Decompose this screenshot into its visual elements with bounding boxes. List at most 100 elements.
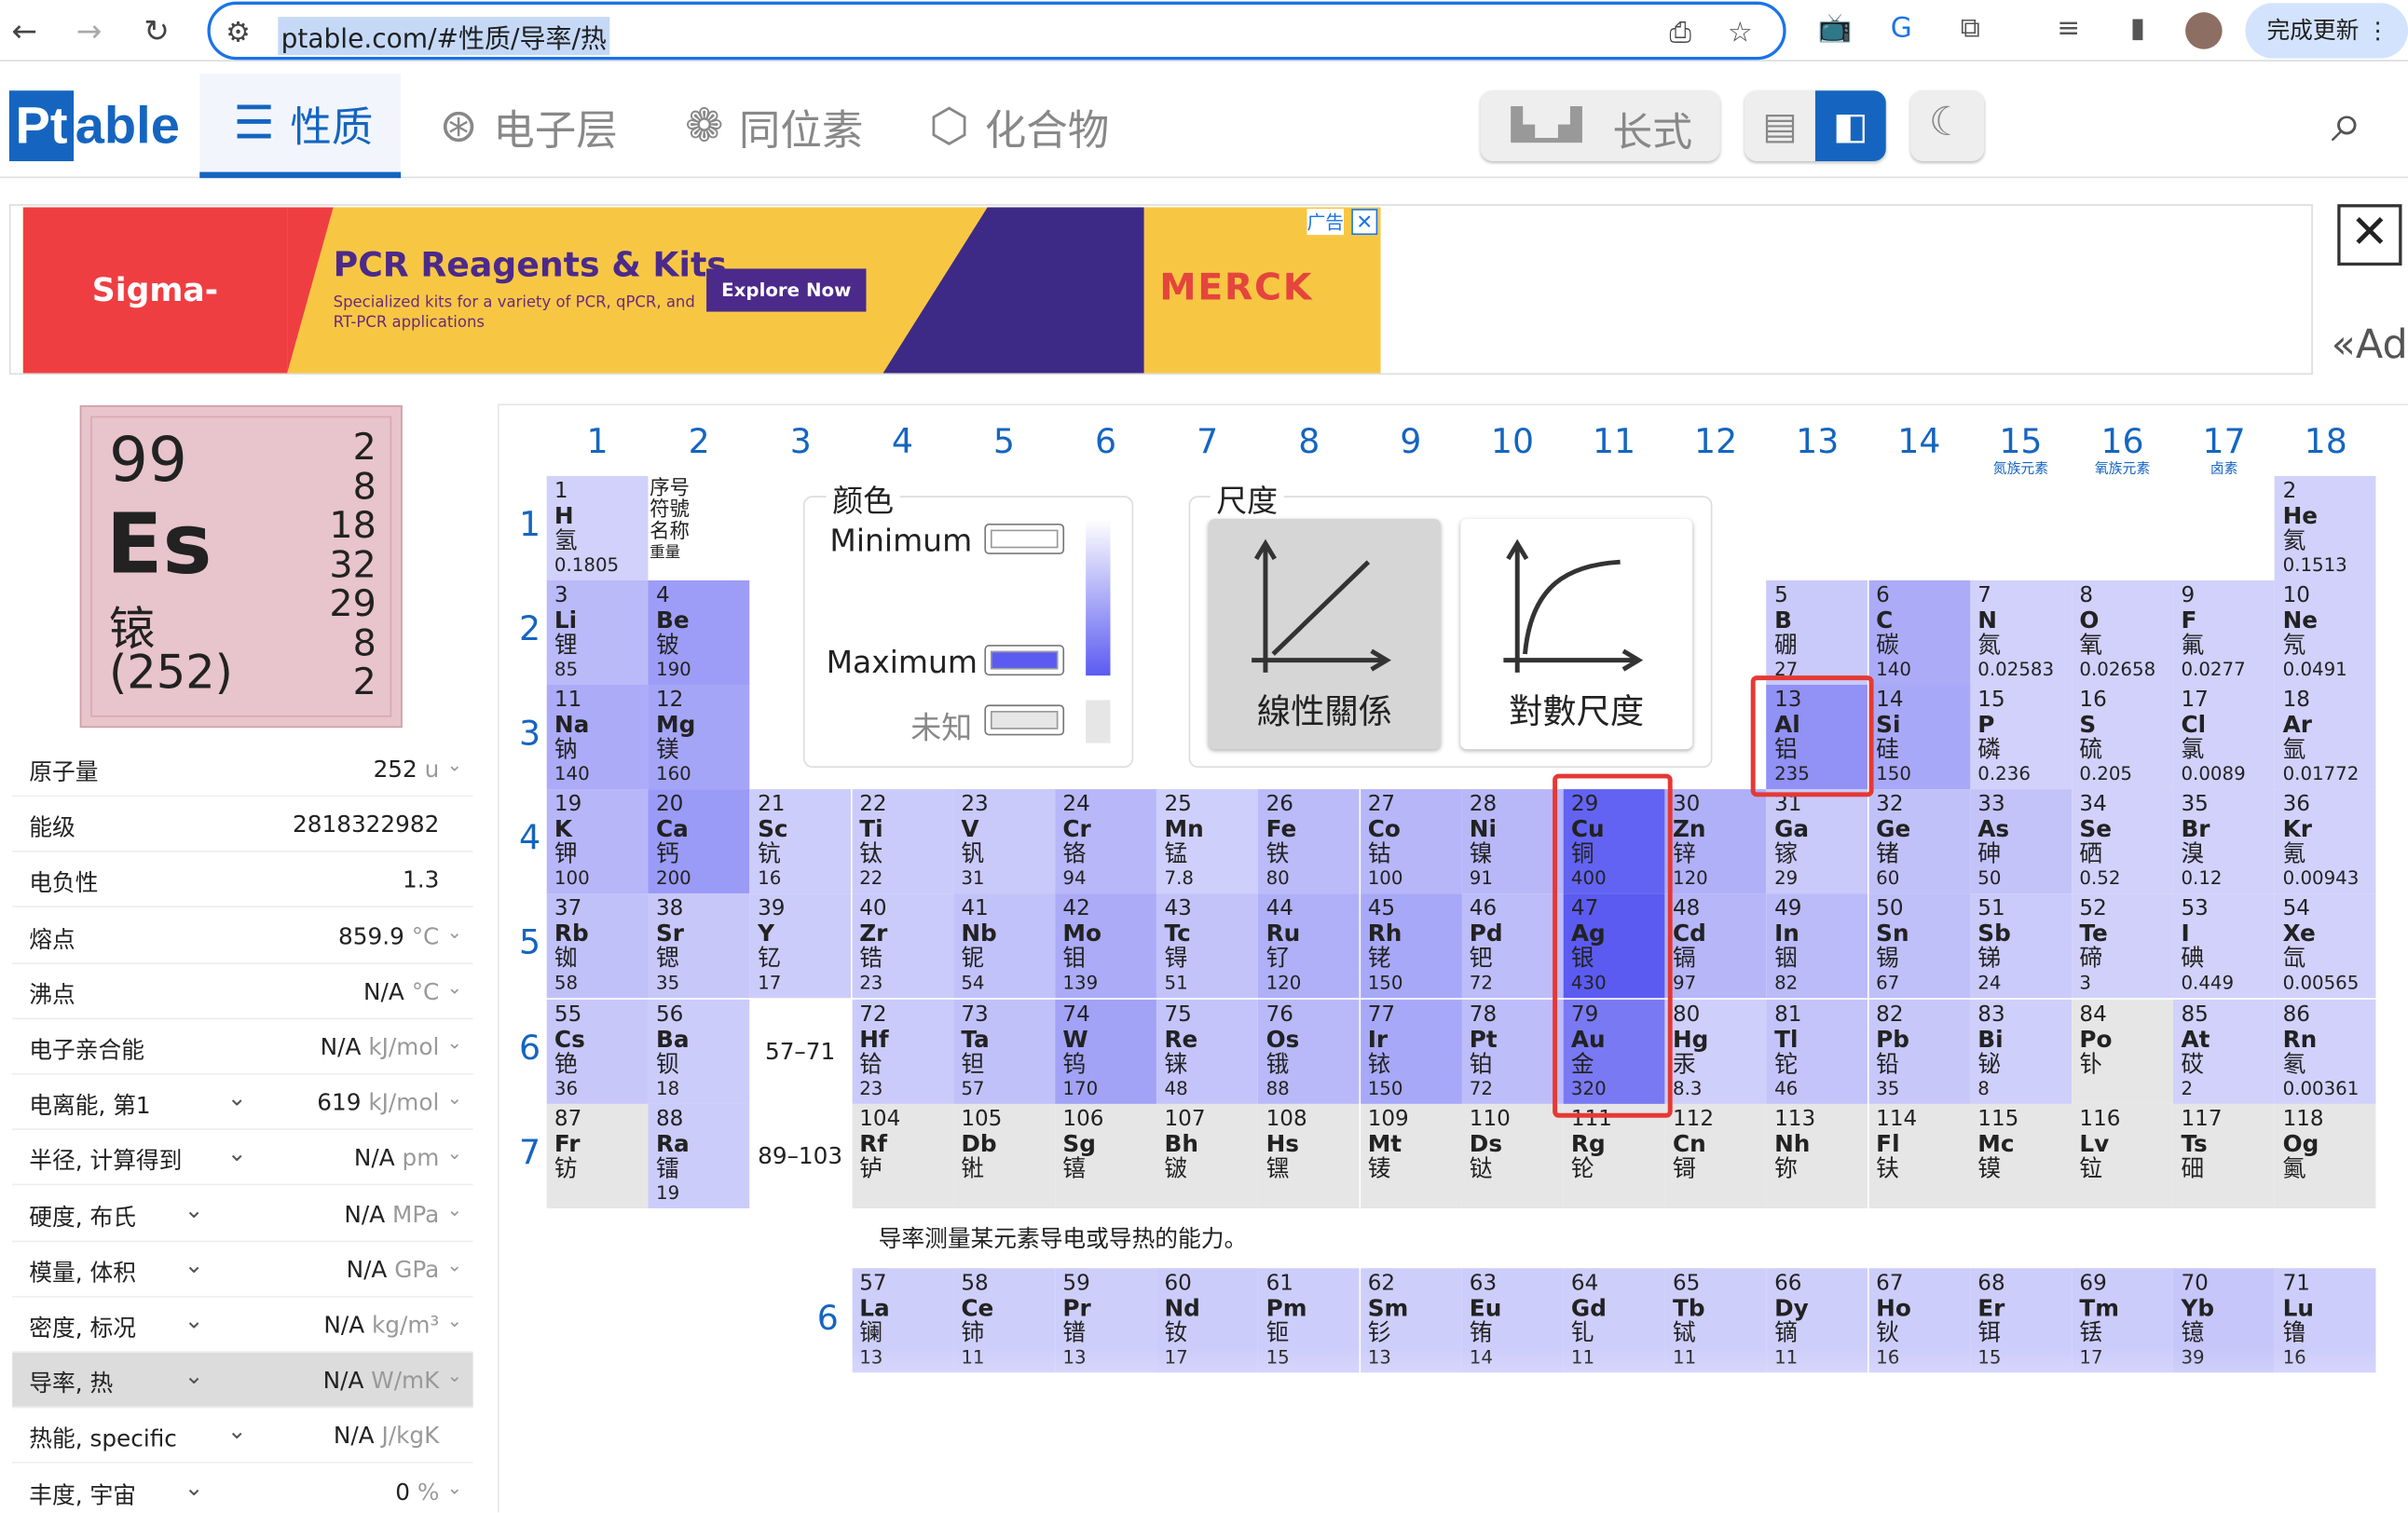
element-cell[interactable]: 23 V 钒 31	[953, 789, 1055, 894]
unit-chevron-icon[interactable]: ⌄	[446, 976, 462, 998]
element-cell[interactable]: 21 Sc 钪 16	[749, 789, 852, 894]
element-cell[interactable]: 81 Tl 铊 46	[1766, 999, 1868, 1104]
period-number[interactable]: 4	[516, 821, 544, 859]
unit-chevron-icon[interactable]: ⌄	[446, 1031, 462, 1053]
element-cell[interactable]: 42 Mo 钼 139	[1055, 893, 1156, 999]
element-cell[interactable]: 54 Xe 氙 0.00565	[2275, 893, 2377, 999]
element-cell[interactable]: 37 Rb 铷 58	[546, 893, 649, 999]
forward-icon[interactable]: →	[71, 12, 108, 49]
element-cell[interactable]: 30 Zn 锌 120	[1664, 789, 1767, 894]
element-cell[interactable]: 11 Na 钠 140	[546, 685, 649, 790]
unit-chevron-icon[interactable]: ⌄	[446, 1365, 462, 1386]
element-cell[interactable]: 51 Sb 锑 24	[1970, 893, 2072, 999]
element-cell[interactable]: 7 N 氮 0.02583	[1970, 580, 2072, 686]
group-number[interactable]: 16	[2076, 424, 2169, 462]
legend-min-swatch[interactable]	[984, 523, 1065, 554]
element-cell[interactable]: 75 Re 铼 48	[1156, 999, 1259, 1104]
property-row[interactable]: 能级 2818322982	[12, 797, 473, 852]
period-number[interactable]: 1	[516, 507, 544, 545]
group-number[interactable]: 3	[755, 424, 847, 462]
element-cell[interactable]: 20 Ca 钙 200	[648, 789, 750, 894]
property-row[interactable]: 模量, 体积 ⌄ N/A GPa ⌄	[12, 1242, 473, 1298]
reading-list-icon[interactable]: ≡	[2050, 12, 2087, 45]
tab-0[interactable]: ☰ 性质	[199, 74, 401, 179]
property-label[interactable]: 丰度, 宇宙	[29, 1478, 136, 1510]
element-cell[interactable]: 50 Sn 锡 67	[1868, 893, 1970, 999]
element-cell[interactable]: 76 Os 锇 88	[1258, 999, 1361, 1104]
element-cell[interactable]: 83 Bi 铋 8	[1970, 999, 2072, 1104]
property-label[interactable]: 导率, 热	[29, 1367, 113, 1399]
group-number[interactable]: 15	[1975, 424, 2067, 462]
tab-3[interactable]: ⬡ 化合物	[929, 74, 1109, 178]
property-dropdown-chevron-icon[interactable]: ⌄	[185, 1473, 204, 1501]
property-dropdown-chevron-icon[interactable]: ⌄	[227, 1084, 247, 1112]
element-cell[interactable]: 34 Se 硒 0.52	[2072, 789, 2173, 894]
element-cell[interactable]: 53 I 碘 0.449	[2173, 893, 2275, 999]
property-label[interactable]: 电离能, 第1	[29, 1089, 150, 1122]
group-number[interactable]: 2	[653, 424, 746, 462]
period-number[interactable]: 7	[516, 1134, 544, 1172]
property-dropdown-chevron-icon[interactable]: ⌄	[185, 1251, 204, 1279]
element-cell[interactable]: 77 Ir 铱 150	[1360, 999, 1462, 1104]
compact-view-button[interactable]: ▤	[1744, 90, 1815, 161]
detail-view-button[interactable]: ◧	[1814, 90, 1886, 162]
element-cell[interactable]: 2 He 氦 0.1513	[2275, 475, 2377, 580]
tv-extension-icon[interactable]: 📺	[1817, 12, 1854, 45]
element-cell[interactable]: 106 Sg 𬭳	[1055, 1103, 1156, 1208]
element-cell[interactable]: 107 Bh 𬭛	[1156, 1103, 1259, 1208]
element-cell[interactable]: 17 Cl 氯 0.0089	[2173, 685, 2275, 790]
element-cell[interactable]: 87 Fr 钫	[546, 1103, 649, 1208]
element-cell[interactable]: 12 Mg 镁 160	[648, 685, 750, 790]
element-cell[interactable]: 117 Ts 鿬	[2173, 1103, 2275, 1208]
site-info-icon[interactable]: ⚙	[226, 17, 251, 49]
property-dropdown-chevron-icon[interactable]: ⌄	[227, 1418, 247, 1446]
element-cell[interactable]: 49 In 铟 82	[1766, 893, 1868, 999]
element-cell[interactable]: 85 At 砹 2	[2173, 999, 2275, 1104]
property-label[interactable]: 半径, 计算得到	[29, 1144, 182, 1177]
side-panel-icon[interactable]: ▮	[2119, 12, 2156, 45]
element-cell[interactable]: 112 Cn 鿔	[1664, 1103, 1767, 1208]
layout-toggle-button[interactable]: ▙▁▟ 长式	[1480, 90, 1720, 162]
close-ad-button[interactable]: ✕	[2337, 204, 2402, 266]
element-cell[interactable]: 24 Cr 铬 94	[1055, 789, 1156, 894]
element-cell[interactable]: 4 Be 铍 190	[648, 580, 750, 686]
group-number[interactable]: 11	[1568, 424, 1661, 462]
period-number[interactable]: 3	[516, 716, 544, 754]
ad-explore-button[interactable]: Explore Now	[706, 268, 867, 312]
element-cell[interactable]: 56 Ba 钡 18	[648, 999, 750, 1104]
translate-extension-icon[interactable]: G	[1882, 12, 1920, 45]
element-cell[interactable]: 113 Nh 鿭	[1766, 1103, 1868, 1208]
group-number[interactable]: 10	[1467, 424, 1559, 462]
element-cell[interactable]: 15 P 磷 0.236	[1970, 685, 2072, 790]
element-cell[interactable]: 115 Mc 镆	[1970, 1103, 2072, 1208]
property-dropdown-chevron-icon[interactable]: ⌄	[185, 1306, 204, 1334]
element-cell[interactable]: 45 Rh 铑 150	[1360, 893, 1462, 999]
unit-chevron-icon[interactable]: ⌄	[446, 1254, 462, 1275]
element-cell[interactable]: 36 Kr 氪 0.00943	[2275, 789, 2377, 894]
group-number[interactable]: 8	[1263, 424, 1355, 462]
element-cell[interactable]: 6 C 碳 140	[1868, 580, 1970, 686]
property-row[interactable]: 熔点 859.9 °C ⌄	[12, 908, 473, 964]
group-number[interactable]: 13	[1772, 424, 1864, 462]
element-cell[interactable]: 78 Pt 铂 72	[1461, 999, 1564, 1104]
element-cell[interactable]: 118 Og 鿫	[2275, 1103, 2377, 1208]
element-cell[interactable]: 25 Mn 锰 7.8	[1156, 789, 1259, 894]
element-cell[interactable]: 40 Zr 锆 23	[851, 893, 953, 999]
unit-chevron-icon[interactable]: ⌄	[446, 1143, 462, 1165]
element-cell[interactable]: 48 Cd 镉 97	[1664, 893, 1767, 999]
property-row[interactable]: 热能, specific ⌄ N/A J/kgK	[12, 1409, 473, 1465]
element-cell[interactable]: 41 Nb 铌 54	[953, 893, 1055, 999]
linear-scale-button[interactable]: 線性關係	[1208, 519, 1441, 750]
group-number[interactable]: 6	[1060, 424, 1152, 462]
element-cell[interactable]: 74 W 钨 170	[1055, 999, 1156, 1104]
property-row[interactable]: 导率, 热 ⌄ N/A W/mK ⌄	[12, 1353, 473, 1409]
element-cell[interactable]: 3 Li 锂 85	[546, 580, 649, 686]
extensions-puzzle-icon[interactable]: ⧉	[1952, 12, 1990, 45]
group-number[interactable]: 4	[856, 424, 949, 462]
search-icon[interactable]: ⌕	[2332, 92, 2362, 157]
log-scale-button[interactable]: 對數尺度	[1460, 519, 1693, 750]
property-dropdown-chevron-icon[interactable]: ⌄	[185, 1195, 204, 1223]
element-cell[interactable]: 73 Ta 钽 57	[953, 999, 1055, 1104]
unit-chevron-icon[interactable]: ⌄	[446, 1310, 462, 1331]
property-label[interactable]: 热能, specific	[29, 1423, 177, 1455]
